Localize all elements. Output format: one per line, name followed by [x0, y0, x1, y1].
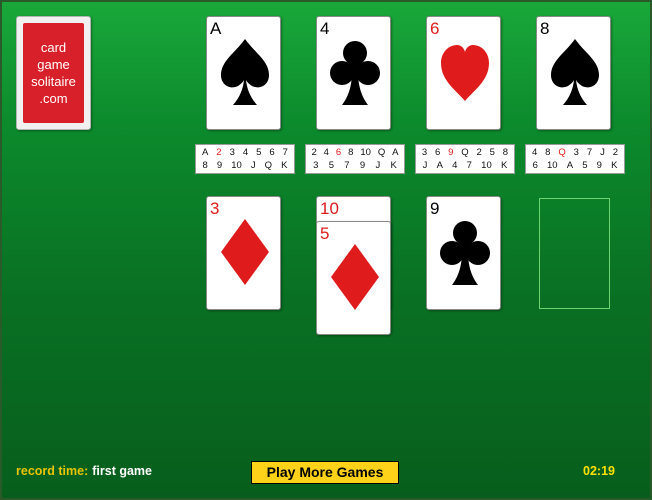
sequence-rank: J	[422, 160, 428, 171]
sequence-rank: 10	[360, 147, 371, 158]
sequence-rank: K	[500, 160, 508, 171]
sequence-rank: 9	[359, 160, 366, 171]
foundation-card-1[interactable]: A	[206, 16, 281, 130]
club-icon	[330, 41, 380, 105]
sequence-rank: J	[600, 147, 605, 158]
sequence-row: 2 4 6 8 10 Q A	[306, 146, 404, 159]
sequence-rank: 3	[421, 147, 428, 158]
sequence-row: 48Q37J2	[526, 146, 624, 159]
sequence-row: 6 10 A 5 9 K	[526, 159, 624, 172]
club-icon	[440, 221, 490, 285]
sequence-rank: 7	[344, 160, 350, 171]
sequence-row: 369Q258	[416, 146, 514, 159]
sequence-rank: 8	[348, 147, 354, 158]
sequence-rank: 4	[531, 147, 538, 158]
sequence-rank: 10	[481, 160, 492, 171]
foundation-card-3[interactable]: 6	[426, 16, 501, 130]
tableau-card[interactable]: 9	[426, 196, 501, 310]
empty-tableau-slot[interactable]	[539, 198, 610, 309]
sequence-rank: 6	[269, 147, 275, 158]
sequence-rank: 10	[547, 160, 558, 171]
stock-deck[interactable]: card game solitaire .com	[16, 16, 91, 130]
sequence-rank: 5	[582, 160, 588, 171]
sequence-rank: 4	[242, 147, 249, 158]
sequence-rank: 2	[216, 147, 222, 158]
sequence-row: J A 4 7 10 K	[416, 159, 514, 172]
sequence-rank: A	[392, 147, 399, 158]
deck-text-line: solitaire	[31, 74, 76, 89]
sequence-rank: Q	[264, 160, 273, 171]
sequence-rank: Q	[377, 147, 386, 158]
diamond-icon	[221, 219, 269, 285]
sequence-rank: 10	[231, 160, 242, 171]
sequence-guide-2: 2 4 6 8 10 Q A 3 5 7 9 J K	[305, 144, 405, 174]
sequence-rank: 6	[532, 160, 538, 171]
sequence-row: A234567	[196, 146, 294, 159]
foundation-card-4[interactable]: 8	[536, 16, 611, 130]
sequence-guide-1: A 2 3 4 5 6 7 8 9 10 J Q K	[195, 144, 295, 174]
sequence-row: 3579JK	[306, 159, 404, 172]
sequence-rank: 8	[545, 147, 551, 158]
sequence-rank: 9	[448, 147, 454, 158]
sequence-rank: A	[201, 147, 209, 158]
sequence-guide-3: 3 6 9 Q 2 5 8 J A 4 7 10 K	[415, 144, 515, 174]
spade-icon	[551, 39, 599, 105]
deck-back: card game solitaire .com	[23, 23, 84, 123]
card-rank: 10	[320, 199, 339, 218]
sequence-rank: 7	[466, 160, 472, 171]
deck-text-line: .com	[39, 91, 68, 106]
sequence-rank: Q	[558, 147, 566, 158]
foundation-card-2[interactable]: 4	[316, 16, 391, 130]
sequence-rank: 3	[229, 147, 235, 158]
sequence-rank: 5	[256, 147, 262, 158]
sequence-rank: 8	[202, 160, 208, 171]
sequence-rank: J	[250, 160, 256, 171]
sequence-rank: 2	[476, 147, 482, 158]
sequence-rank: 3	[573, 147, 579, 158]
sequence-rank: K	[281, 160, 288, 171]
spade-icon	[221, 39, 269, 105]
sequence-rank: A	[436, 160, 443, 171]
sequence-rank: 4	[323, 147, 329, 158]
sequence-rank: 6	[335, 147, 342, 158]
sequence-rank: K	[390, 160, 397, 171]
sequence-rank: 9	[596, 160, 602, 171]
heart-icon	[441, 45, 489, 101]
sequence-rank: 2	[612, 147, 619, 158]
sequence-rank: 7	[586, 147, 593, 158]
sequence-rank: 3	[313, 160, 319, 171]
record-time-label: record time:	[16, 464, 89, 478]
record-time: record time: first game	[16, 464, 152, 478]
sequence-rank: 5	[489, 147, 495, 158]
sequence-rank: A	[566, 160, 574, 171]
sequence-rank: 2	[311, 147, 317, 158]
tableau-card[interactable]: 3	[206, 196, 281, 310]
sequence-rank: 8	[502, 147, 509, 158]
deck-text-line: game	[37, 57, 70, 72]
tableau-card[interactable]: 5	[316, 221, 391, 335]
sequence-row: 8 9 10 J Q K	[196, 159, 294, 172]
sequence-guide-4: 4 8 Q 3 7 J 2 6 10 A 5 9 K	[525, 144, 625, 174]
sequence-rank: Q	[461, 147, 469, 158]
record-time-value: first game	[92, 464, 152, 478]
sequence-rank: 4	[452, 160, 458, 171]
game-timer: 02:19	[583, 464, 615, 478]
deck-text-line: card	[40, 40, 67, 55]
sequence-rank: 7	[282, 147, 288, 158]
diamond-icon	[331, 244, 379, 310]
game-board: card game solitaire .com A 4 6 8 A234567…	[0, 0, 652, 500]
play-more-games-button[interactable]: Play More Games	[251, 461, 399, 484]
sequence-rank: 9	[216, 160, 223, 171]
sequence-rank: 5	[328, 160, 335, 171]
sequence-rank: K	[611, 160, 618, 171]
sequence-rank: 6	[435, 147, 441, 158]
sequence-rank: J	[375, 160, 381, 171]
